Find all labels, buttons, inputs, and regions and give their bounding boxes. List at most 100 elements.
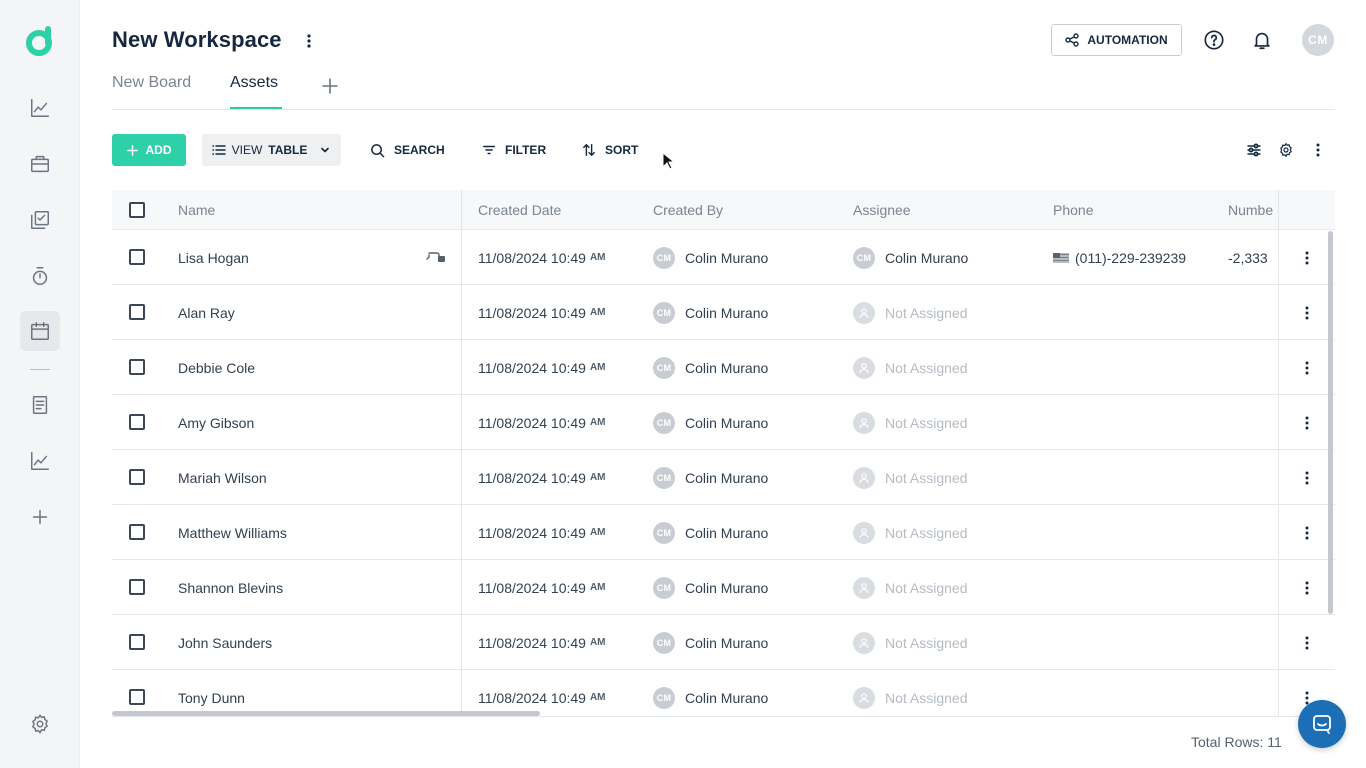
cell-created-date: 11/08/2024 10:49 AM: [478, 285, 606, 340]
user-placeholder-icon: [853, 576, 875, 599]
row-menu-button[interactable]: [1299, 250, 1315, 266]
sidebar-item-analytics[interactable]: [20, 88, 60, 128]
row-checkbox[interactable]: [129, 414, 145, 430]
cell-created-date: 11/08/2024 10:49 AM: [478, 615, 606, 670]
sidebar-add-button[interactable]: [20, 497, 60, 537]
row-menu-button[interactable]: [1299, 525, 1315, 541]
table-row[interactable]: Shannon Blevins 11/08/2024 10:49 AM CM Colin…: [112, 560, 1335, 615]
cell-assignee[interactable]: Not Assigned: [853, 285, 968, 340]
row-checkbox[interactable]: [129, 359, 145, 375]
sidebar-item-reports[interactable]: [20, 441, 60, 481]
row-divider: [1279, 339, 1335, 340]
sidebar-item-documents[interactable]: [20, 385, 60, 425]
cell-assignee[interactable]: Not Assigned: [853, 505, 968, 560]
user-avatar[interactable]: CM: [1302, 24, 1334, 56]
table-row[interactable]: Mariah Wilson 11/08/2024 10:49 AM CM Colin M…: [112, 450, 1335, 505]
column-header-number[interactable]: Numbe: [1228, 202, 1273, 218]
cell-assignee[interactable]: Not Assigned: [853, 615, 968, 670]
sidebar-item-tasks[interactable]: [20, 200, 60, 240]
cell-assignee[interactable]: Not Assigned: [853, 450, 968, 505]
sidebar-item-portfolio[interactable]: [20, 144, 60, 184]
table-row[interactable]: Amy Gibson 11/08/2024 10:49 AM CM Colin Mura…: [112, 395, 1335, 450]
table-row[interactable]: Tony Dunn 11/08/2024 10:49 AM CM Colin Muran…: [112, 670, 1335, 716]
creator-name: Colin Murano: [685, 304, 769, 321]
chat-support-button[interactable]: [1298, 700, 1346, 748]
creator-name: Colin Murano: [685, 414, 769, 431]
cell-name[interactable]: Alan Ray: [178, 285, 235, 340]
tab-new-board[interactable]: New Board: [112, 74, 191, 92]
row-menu-button[interactable]: [1299, 415, 1315, 431]
sidebar-item-calendar[interactable]: [20, 311, 60, 351]
row-name: Lisa Hogan: [178, 249, 249, 266]
column-header-created-date[interactable]: Created Date: [478, 202, 561, 218]
stopwatch-icon: [32, 267, 48, 285]
row-menu-button[interactable]: [1299, 470, 1315, 486]
add-tab-button[interactable]: [320, 76, 340, 96]
row-menu-button[interactable]: [1299, 635, 1315, 651]
filter-label: FILTER: [505, 143, 547, 157]
search-button[interactable]: SEARCH: [370, 140, 445, 160]
cell-assignee[interactable]: Not Assigned: [853, 340, 968, 395]
board-settings-button[interactable]: [1272, 136, 1300, 164]
cell-assignee[interactable]: Not Assigned: [853, 395, 968, 450]
table-row[interactable]: Lisa Hogan 11/08/2024 10:49 AM CM Colin Mura…: [112, 230, 1335, 285]
row-checkbox[interactable]: [129, 249, 145, 265]
cell-name[interactable]: Tony Dunn: [178, 670, 245, 716]
workspace-menu-button[interactable]: [300, 30, 318, 52]
sidebar-divider: [30, 369, 50, 370]
column-header-phone[interactable]: Phone: [1053, 202, 1093, 218]
row-name: John Saunders: [178, 634, 273, 651]
cell-name[interactable]: John Saunders: [178, 615, 272, 670]
sidebar-item-timer[interactable]: [20, 256, 60, 296]
column-header-assignee[interactable]: Assignee: [853, 202, 911, 218]
cell-name[interactable]: Matthew Williams: [178, 505, 287, 560]
table-row[interactable]: John Saunders 11/08/2024 10:49 AM CM Colin M…: [112, 615, 1335, 670]
cell-name[interactable]: Lisa Hogan: [178, 230, 249, 285]
help-button[interactable]: [1200, 26, 1228, 54]
creator-avatar: CM: [653, 411, 675, 434]
select-all-checkbox[interactable]: [129, 202, 145, 218]
automation-button[interactable]: AUTOMATION: [1051, 24, 1182, 56]
table-row[interactable]: Matthew Williams 11/08/2024 10:49 AM CM Coli…: [112, 505, 1335, 560]
row-checkbox[interactable]: [129, 469, 145, 485]
row-checkbox[interactable]: [129, 304, 145, 320]
cell-assignee[interactable]: Not Assigned: [853, 670, 968, 716]
cell-number[interactable]: -2,333: [1228, 230, 1268, 285]
column-header-created-by[interactable]: Created By: [653, 202, 723, 218]
row-name: Shannon Blevins: [178, 579, 284, 596]
filter-button[interactable]: FILTER: [482, 140, 546, 160]
columns-settings-button[interactable]: [1240, 136, 1268, 164]
cell-assignee[interactable]: Not Assigned: [853, 560, 968, 615]
cell-name[interactable]: Debbie Cole: [178, 340, 255, 395]
cell-name[interactable]: Amy Gibson: [178, 395, 254, 450]
more-options-button[interactable]: [1304, 136, 1332, 164]
view-selector[interactable]: VIEW TABLE: [202, 134, 341, 166]
cell-phone[interactable]: (011)-229-239239: [1053, 230, 1186, 285]
created-ampm: AM: [589, 472, 606, 483]
comment-button[interactable]: [426, 230, 446, 285]
row-checkbox[interactable]: [129, 579, 145, 595]
row-menu-button[interactable]: [1299, 305, 1315, 321]
cell-assignee[interactable]: CM Colin Murano: [853, 230, 968, 285]
sidebar-settings-button[interactable]: [20, 704, 60, 744]
tab-assets[interactable]: Assets: [230, 74, 278, 92]
add-button[interactable]: ADD: [112, 134, 186, 166]
column-header-name[interactable]: Name: [178, 202, 215, 218]
vertical-scrollbar[interactable]: [1328, 231, 1333, 614]
creator-name: Colin Murano: [685, 469, 769, 486]
cell-name[interactable]: Mariah Wilson: [178, 450, 267, 505]
sort-button[interactable]: SORT: [582, 140, 638, 160]
row-menu-button[interactable]: [1299, 580, 1315, 596]
row-divider: [1279, 669, 1335, 670]
table-row[interactable]: Debbie Cole 11/08/2024 10:49 AM CM Colin Mur…: [112, 340, 1335, 395]
row-checkbox[interactable]: [129, 634, 145, 650]
cell-name[interactable]: Shannon Blevins: [178, 560, 283, 615]
table-row[interactable]: Alan Ray 11/08/2024 10:49 AM CM Colin Murano…: [112, 285, 1335, 340]
row-checkbox[interactable]: [129, 689, 145, 705]
notifications-button[interactable]: [1248, 26, 1276, 54]
row-menu-button[interactable]: [1299, 360, 1315, 376]
app-logo[interactable]: [25, 24, 55, 56]
created-date: 11/08/2024 10:49: [478, 414, 586, 431]
plus-icon: [126, 144, 138, 156]
row-checkbox[interactable]: [129, 524, 145, 540]
